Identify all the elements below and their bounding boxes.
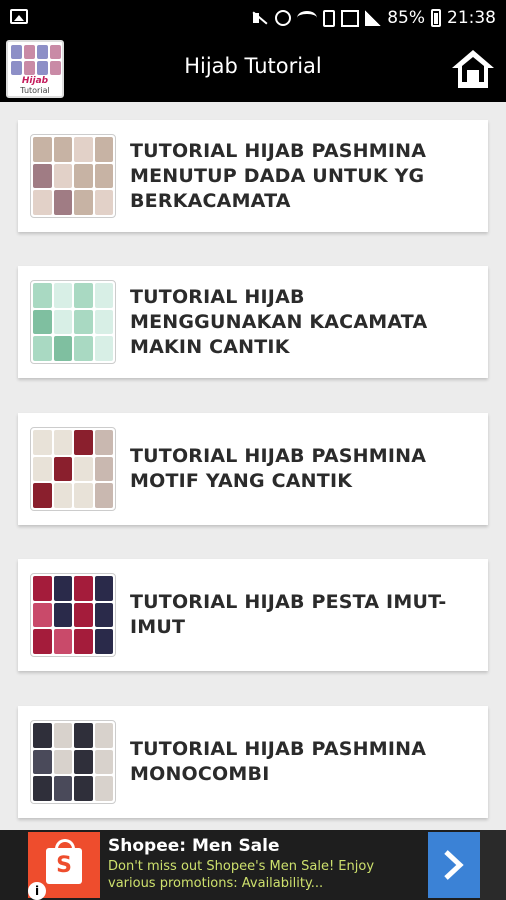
list-item[interactable]: TUTORIAL HIJAB PASHMINA MOTIF YANG CANTI… — [18, 413, 488, 525]
item-thumbnail — [30, 280, 116, 364]
list-item[interactable]: TUTORIAL HIJAB PASHMINA MONOCOMBI — [18, 706, 488, 818]
signal-box-icon — [341, 9, 360, 27]
home-icon[interactable] — [450, 48, 496, 90]
ad-cta-button[interactable] — [428, 832, 480, 898]
item-label: TUTORIAL HIJAB PASHMINA MOTIF YANG CANTI… — [130, 445, 427, 492]
ad-edge — [480, 830, 506, 900]
alarm-icon — [275, 10, 292, 26]
clock: 21:38 — [447, 8, 496, 28]
item-label: TUTORIAL HIJAB PASHMINA MONOCOMBI — [130, 738, 427, 785]
battery-percent: 85% — [387, 8, 425, 28]
item-thumbnail — [30, 427, 116, 511]
ad-body: Don't miss out Shopee's Men Sale! Enjoy … — [108, 859, 375, 891]
mute-icon — [251, 9, 269, 27]
list-item[interactable]: TUTORIAL HIJAB PASHMINA MENUTUP DADA UNT… — [18, 120, 488, 232]
app-title: Hijab Tutorial — [184, 54, 322, 78]
ad-headline: Shopee: Men Sale — [108, 836, 280, 856]
item-label: TUTORIAL HIJAB PASHMINA MENUTUP DADA UNT… — [130, 139, 427, 212]
item-thumbnail — [30, 720, 116, 804]
list-item[interactable]: TUTORIAL HIJAB PESTA IMUT-IMUT — [18, 559, 488, 671]
item-thumbnail — [30, 134, 116, 218]
image-icon — [10, 9, 28, 24]
sim-icon — [323, 9, 336, 27]
ad-info-icon[interactable]: i — [28, 882, 46, 900]
wifi-icon — [297, 11, 318, 25]
chevron-right-icon — [444, 850, 464, 880]
tutorial-list: TUTORIAL HIJAB PASHMINA MENUTUP DADA UNT… — [0, 102, 506, 830]
item-thumbnail — [30, 573, 116, 657]
ad-banner[interactable]: i Shopee: Men Sale Don't miss out Shopee… — [0, 830, 506, 900]
app-bar: Hijab Tutorial Hijab Tutorial — [0, 36, 506, 102]
logo-text-bottom: Tutorial — [20, 86, 50, 95]
item-label: TUTORIAL HIJAB MENGGUNAKAN KACAMATA MAKI… — [130, 285, 428, 358]
status-bar: 85% 21:38 — [0, 0, 506, 36]
status-icons: 85% 21:38 — [251, 6, 496, 30]
list-item[interactable]: TUTORIAL HIJAB MENGGUNAKAN KACAMATA MAKI… — [18, 266, 488, 378]
battery-icon — [431, 9, 441, 27]
item-label: TUTORIAL HIJAB PESTA IMUT-IMUT — [130, 591, 447, 638]
signal-bars-icon — [365, 10, 382, 26]
